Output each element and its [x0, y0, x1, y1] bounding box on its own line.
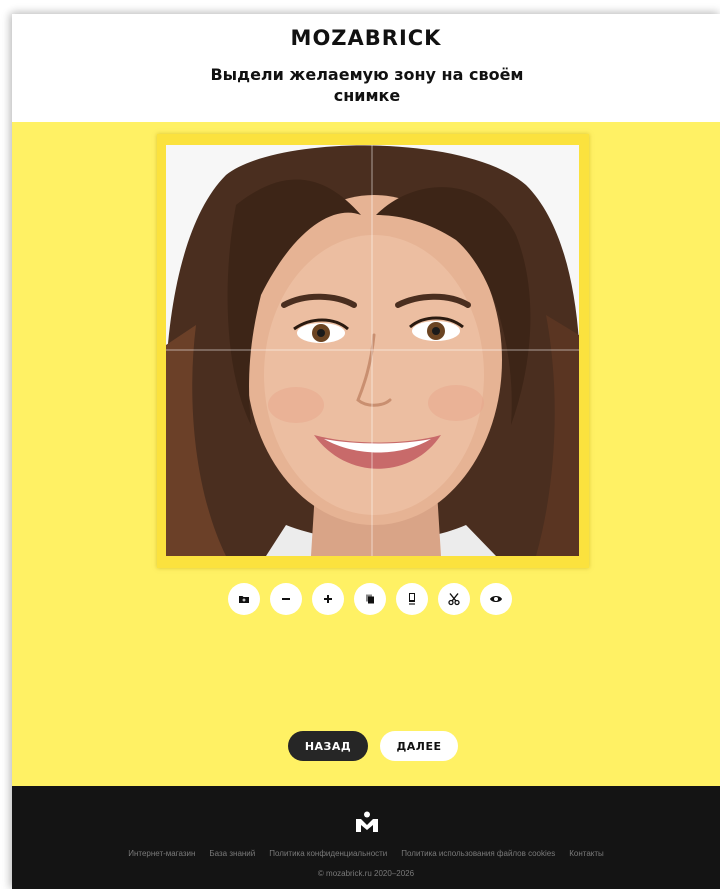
portrait-frame-button[interactable] — [396, 583, 428, 615]
photo-canvas[interactable] — [166, 145, 579, 556]
eye-icon — [490, 596, 502, 602]
footer-link-knowledge-base[interactable]: База знаний — [209, 849, 255, 858]
scissors-icon — [448, 593, 460, 606]
next-button[interactable]: ДАЛЕЕ — [380, 731, 458, 761]
back-button[interactable]: НАЗАД — [288, 731, 368, 761]
footer-link-contacts[interactable]: Контакты — [569, 849, 604, 858]
footer-logo-icon[interactable] — [355, 811, 379, 833]
plus-icon — [324, 595, 332, 603]
footer: Интернет-магазин База знаний Политика ко… — [12, 786, 720, 889]
portrait-photo[interactable] — [166, 145, 579, 556]
footer-link-shop[interactable]: Интернет-магазин — [128, 849, 195, 858]
header: MOZABRICK Выдели желаемую зону на своём … — [12, 14, 720, 122]
brand-logo[interactable]: MOZABRICK — [12, 26, 720, 50]
footer-links: Интернет-магазин База знаний Политика ко… — [12, 849, 720, 858]
phone-frame-icon — [409, 593, 415, 605]
footer-link-cookies[interactable]: Политика использования файлов cookies — [401, 849, 555, 858]
folder-plus-icon — [239, 596, 249, 603]
preview-button[interactable] — [480, 583, 512, 615]
editor-toolbar — [228, 583, 512, 615]
zoom-in-button[interactable] — [312, 583, 344, 615]
upload-photo-button[interactable] — [228, 583, 260, 615]
copy-icon — [366, 594, 374, 604]
page-frame: MOZABRICK Выдели желаемую зону на своём … — [12, 14, 720, 889]
footer-link-privacy[interactable]: Политика конфиденциальности — [269, 849, 387, 858]
footer-copyright: © mozabrick.ru 2020–2026 — [317, 869, 415, 878]
duplicate-button[interactable] — [354, 583, 386, 615]
crop-button[interactable] — [438, 583, 470, 615]
minus-icon — [282, 598, 290, 600]
zoom-out-button[interactable] — [270, 583, 302, 615]
page-title: Выдели желаемую зону на своём снимке — [210, 65, 524, 105]
